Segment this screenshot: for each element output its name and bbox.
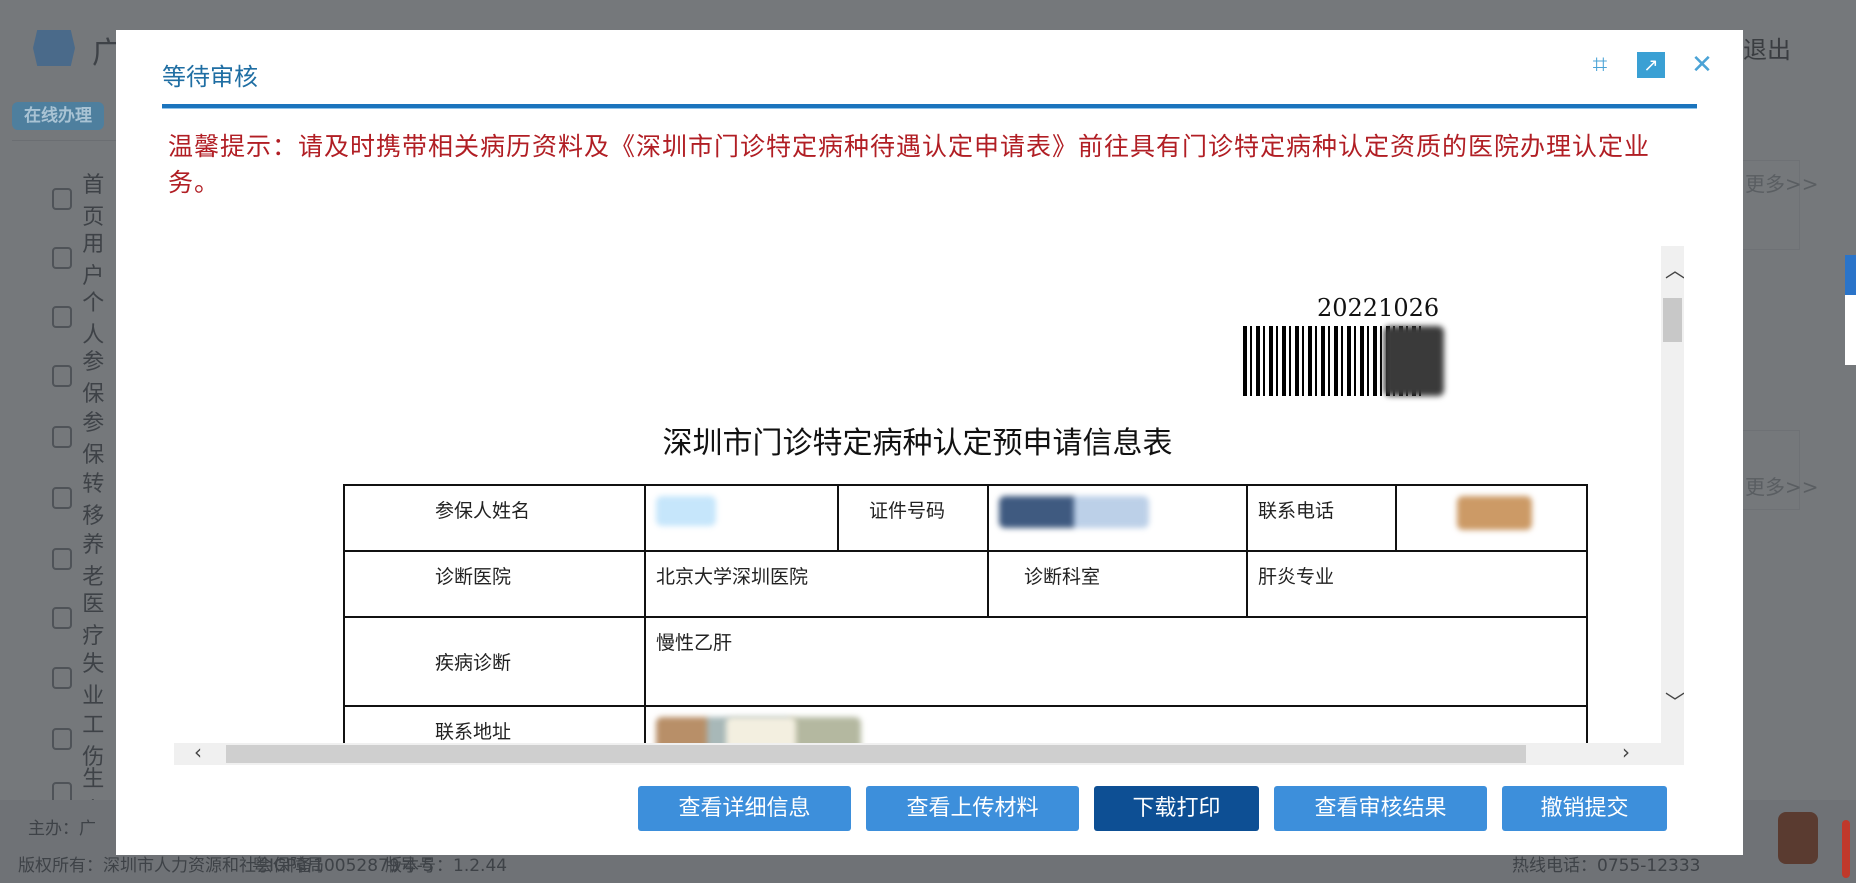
seal-icon (1778, 812, 1818, 864)
document-viewer[interactable]: 20221026 深圳市门诊特定病种认定预申请信息表 参保人姓名 证件号码 联系… (174, 246, 1684, 765)
sidebar-item[interactable]: 首页 (52, 167, 122, 231)
pending-review-dialog: 等待审核 ⌗ ↗ ✕ 温馨提示：请及时携带相关病历资料及《深圳市门诊特定病种待遇… (116, 30, 1743, 855)
open-external-icon[interactable]: ↗ (1637, 52, 1665, 78)
diagnosis-label: 疾病诊断 (343, 616, 646, 707)
sidebar-item[interactable]: 养老 (52, 527, 122, 591)
name-label: 参保人姓名 (343, 484, 646, 552)
department-label: 诊断科室 (987, 550, 1248, 618)
redacted-barcode (1384, 326, 1444, 396)
title-divider (162, 104, 1697, 109)
warm-tip: 温馨提示：请及时携带相关病历资料及《深圳市门诊特定病种待遇认定申请表》前往具有门… (168, 132, 1651, 197)
close-icon[interactable]: ✕ (1687, 50, 1717, 80)
sidebar-item[interactable]: 失业 (52, 646, 122, 710)
document-title: 深圳市门诊特定病种认定预申请信息表 (662, 426, 1173, 461)
download-print-button[interactable]: 下载打印 (1094, 786, 1259, 831)
scroll-up-icon[interactable]: ︿ (1665, 254, 1684, 283)
briefcase-icon (52, 667, 73, 689)
thermometer-icon (1842, 820, 1850, 878)
diagnosis-value: 慢性乙肝 (644, 616, 1588, 707)
user-icon (52, 306, 73, 328)
id-label: 证件号码 (837, 484, 989, 552)
withdraw-submission-button[interactable]: 撤销提交 (1502, 786, 1667, 831)
flow-diagram-icon[interactable]: ⌗ (1585, 50, 1615, 80)
home-icon (52, 188, 73, 210)
barcode-number: 20221026 (1317, 294, 1440, 322)
sidebar-item[interactable]: 转移 (52, 466, 122, 530)
hospital-label: 诊断医院 (343, 550, 646, 618)
sidebar: 首页 用户 个人 参保 参保 转移 养老 医疗 失业 工伤 生育 (12, 140, 122, 824)
side-tab[interactable] (1845, 255, 1856, 365)
phone-value (1395, 484, 1588, 552)
name-value (644, 484, 839, 552)
scroll-right-icon[interactable]: › (1622, 740, 1630, 764)
view-uploads-button[interactable]: 查看上传材料 (866, 786, 1079, 831)
doctor-icon (52, 607, 73, 629)
id-value (987, 484, 1248, 552)
vertical-scroll-thumb[interactable] (1663, 298, 1682, 342)
dialog-title: 等待审核 (162, 63, 258, 91)
view-review-result-button[interactable]: 查看审核结果 (1274, 786, 1487, 831)
more-link[interactable]: 更多>> (1745, 168, 1819, 197)
hospital-value: 北京大学深圳医院 (644, 550, 989, 618)
site-logo (33, 30, 75, 66)
vertical-scrollbar[interactable]: ︿ ﹀ (1661, 246, 1684, 765)
more-link[interactable]: 更多>> (1745, 471, 1819, 500)
scroll-down-icon[interactable]: ﹀ (1665, 686, 1684, 715)
view-details-button[interactable]: 查看详细信息 (638, 786, 851, 831)
transfer-icon (52, 487, 73, 509)
footer-host: 主办：广 (28, 819, 96, 839)
scroll-left-icon[interactable]: ‹ (194, 740, 202, 764)
horizontal-scrollbar[interactable]: ‹ › (174, 740, 1661, 765)
edit-icon (52, 426, 73, 448)
department-value: 肝炎专业 (1246, 550, 1588, 618)
horizontal-scroll-thumb[interactable] (226, 745, 1526, 763)
document-icon (52, 728, 73, 750)
sidebar-item[interactable]: 医疗 (52, 586, 122, 650)
application-info-table: 参保人姓名 证件号码 联系电话 诊断医院 北京大学深圳医院 诊断科室 肝炎专业 … (343, 484, 1588, 765)
document-icon (52, 548, 73, 570)
insurance-icon (52, 365, 73, 387)
sidebar-item[interactable]: 个人 (52, 285, 122, 349)
online-service-badge[interactable]: 在线办理 (12, 102, 104, 130)
logout-link[interactable]: 退出 (1743, 30, 1791, 65)
sidebar-item[interactable]: 参保 (52, 405, 122, 469)
sidebar-item[interactable]: 用户 (52, 226, 122, 290)
home-icon (52, 247, 73, 269)
sidebar-item[interactable]: 参保 (52, 344, 122, 408)
phone-label: 联系电话 (1246, 484, 1397, 552)
